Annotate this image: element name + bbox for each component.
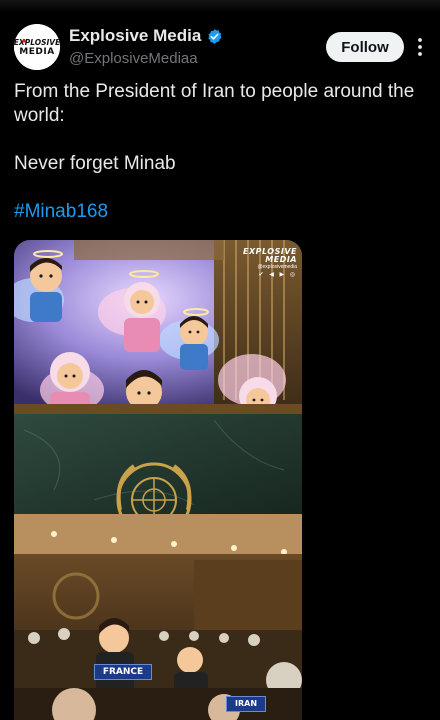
post-paragraph: From the President of Iran to people aro… <box>14 81 415 126</box>
more-options-icon[interactable] <box>416 36 424 58</box>
media-watermark: EXPLOSIVE MEDIA @explosivemedia ✔ ◀ ▶ ◎ <box>243 248 297 279</box>
nameplate: IRAN <box>226 696 266 712</box>
verified-badge-icon[interactable] <box>206 28 223 45</box>
nameplate: FRANCE <box>94 664 152 680</box>
follow-button[interactable]: Follow <box>326 32 404 62</box>
post-text: From the President of Iran to people aro… <box>14 80 424 224</box>
author-block: Explosive Media @ExplosiveMediaa <box>69 25 223 69</box>
post-header: EXPLOSIVE MEDIA Explosive Media @Explosi… <box>14 22 426 72</box>
avatar-logo-icon: EXPLOSIVE MEDIA <box>14 24 60 70</box>
media-illustration <box>14 240 302 720</box>
post-paragraph: Never forget Minab <box>14 153 176 174</box>
watermark-logo: MEDIA <box>265 255 297 264</box>
user-handle[interactable]: @ExplosiveMediaa <box>69 49 223 69</box>
svg-text:EXPLOSIVE: EXPLOSIVE <box>14 38 60 47</box>
post-media-image[interactable]: FRANCE IRAN EXPLOSIVE MEDIA @explosiveme… <box>14 240 302 720</box>
watermark-social-icons: ✔ ◀ ▶ ◎ <box>258 272 297 278</box>
svg-text:MEDIA: MEDIA <box>19 47 54 57</box>
display-name[interactable]: Explosive Media <box>69 25 201 47</box>
top-edge <box>0 0 440 12</box>
avatar[interactable]: EXPLOSIVE MEDIA <box>14 24 60 70</box>
watermark-handle: @explosivemedia <box>257 264 297 270</box>
hashtag-link[interactable]: #Minab168 <box>14 200 424 224</box>
